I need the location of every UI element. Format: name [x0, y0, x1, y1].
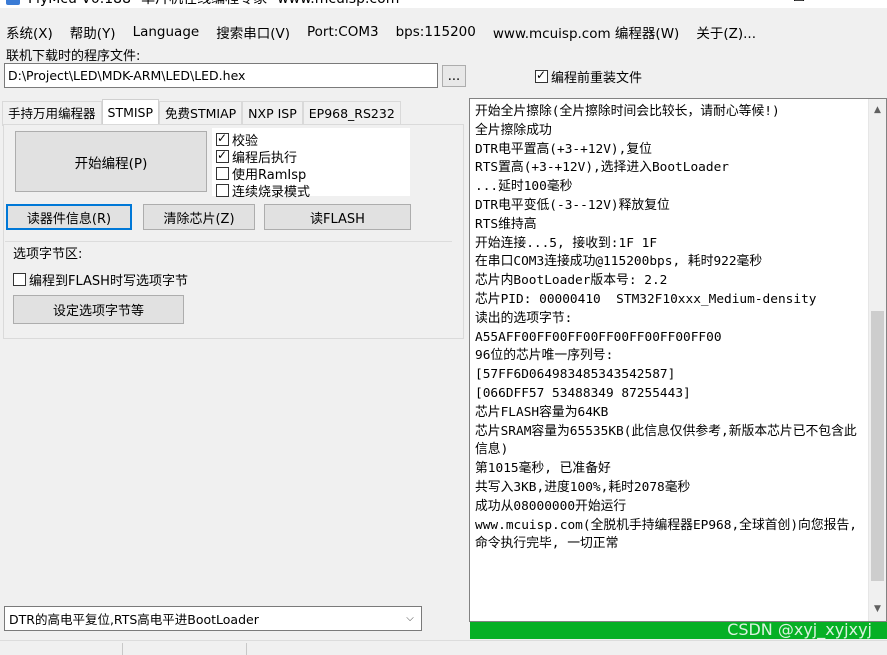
close-button[interactable]: ✕ — [836, 0, 882, 8]
checkbox-icon — [216, 167, 229, 180]
menu-programmer[interactable]: www.mcuisp.com 编程器(W) — [493, 22, 679, 42]
log-line: [066DFF57 53488349 87255443] — [475, 385, 691, 401]
status-separator — [122, 643, 123, 655]
log-line: 芯片SRAM容量为65535KB(此信息仅供参考,新版本芯片已不包含此信息) — [475, 423, 857, 458]
log-line: 第1015毫秒, 已准备好 — [475, 461, 611, 477]
log-line: RTS维持高 — [475, 216, 537, 232]
scroll-up-icon[interactable]: ▲ — [869, 102, 886, 119]
checkbox-icon — [535, 68, 548, 83]
log-line: 共写入3KB,进度100%,耗时2078毫秒 — [475, 479, 691, 495]
start-program-button[interactable]: 开始编程(P) — [15, 131, 207, 192]
log-line: 成功从08000000开始运行 — [475, 498, 627, 514]
log-line: [57FF6D064983485343542587] — [475, 367, 676, 383]
menu-search-port[interactable]: 搜索串口(V) — [216, 22, 290, 42]
checkbox-icon — [216, 148, 229, 163]
continuous-mode-label: 连续烧录模式 — [232, 185, 311, 200]
menu-port[interactable]: Port:COM3 — [307, 24, 379, 40]
log-scrollbar[interactable]: ▲ ▼ — [868, 99, 886, 621]
tab-ep968-rs232[interactable]: EP968_RS232 — [302, 101, 401, 126]
tab-bar: 手持万用编程器 STMISP 免费STMIAP NXP ISP EP968_RS… — [2, 99, 401, 126]
log-line: DTR电平置高(+3-+12V),复位 — [475, 141, 652, 157]
log-line: 芯片内BootLoader版本号: 2.2 — [475, 273, 668, 289]
chevron-down-icon[interactable]: ⌵ — [400, 608, 420, 629]
program-file-input[interactable]: D:\Project\LED\MDK-ARM\LED\LED.hex — [4, 63, 438, 88]
maximize-button[interactable]: ☐ — [776, 0, 822, 8]
reload-before-program-label: 编程前重装文件 — [551, 71, 643, 86]
menu-about[interactable]: 关于(Z)... — [696, 22, 756, 42]
checkbox-icon — [13, 273, 26, 286]
menu-bps[interactable]: bps:115200 — [396, 24, 476, 40]
log-output[interactable]: 开始全片擦除(全片擦除时间会比较长，请耐心等候!) 全片擦除成功 DTR电平置高(+… — [469, 98, 887, 622]
log-line: 全片擦除成功 — [475, 122, 552, 138]
status-separator — [246, 643, 247, 655]
read-device-info-button[interactable]: 读器件信息(R) — [6, 204, 132, 230]
log-line: www.mcuisp.com(全脱机手持编程器EP968,全球首创)向您报告, … — [475, 517, 865, 552]
menu-help[interactable]: 帮助(Y) — [70, 22, 116, 42]
read-flash-button[interactable]: 读FLASH — [264, 204, 411, 230]
log-text: 开始全片擦除(全片擦除时间会比较长，请耐心等候!) 全片擦除成功 DTR电平置高(+… — [475, 103, 860, 554]
tab-handheld-programmer[interactable]: 手持万用编程器 — [2, 101, 102, 126]
log-line: 96位的芯片唯一序列号: — [475, 348, 614, 364]
log-line: RTS置高(+3-+12V),选择进入BootLoader — [475, 160, 729, 176]
checkbox-icon — [216, 184, 229, 197]
reset-mode-value: DTR的高电平复位,RTS高电平进BootLoader — [9, 612, 259, 627]
write-option-bytes-label: 编程到FLASH时写选项字节 — [29, 274, 188, 289]
log-line: 芯片PID: 00000410 STM32F10xxx_Medium-densi… — [475, 291, 817, 307]
app-icon — [6, 0, 20, 5]
minimize-button[interactable]: — — [711, 0, 757, 8]
scroll-down-icon[interactable]: ▼ — [869, 601, 886, 618]
browse-button[interactable]: ... — [442, 65, 466, 87]
log-line: 读出的选项字节: — [475, 310, 573, 326]
log-line: 开始全片擦除(全片擦除时间会比较长，请耐心等候!) — [475, 104, 780, 119]
reload-before-program-checkbox[interactable]: 编程前重装文件 — [535, 67, 642, 86]
window-title: FlyMcu V0.188--单片机在线编程专家--www.mcuisp.com — [28, 0, 399, 8]
erase-chip-button[interactable]: 清除芯片(Z) — [143, 204, 255, 230]
status-bar — [0, 640, 887, 655]
set-option-bytes-button[interactable]: 设定选项字节等 — [13, 295, 184, 324]
tab-stmisp[interactable]: STMISP — [101, 99, 160, 126]
title-bar: FlyMcu V0.188--单片机在线编程专家--www.mcuisp.com… — [0, 0, 887, 8]
tab-free-stmiap[interactable]: 免费STMIAP — [159, 101, 243, 126]
log-line: 开始连接...5, 接收到:1F 1F — [475, 235, 658, 251]
scroll-thumb[interactable] — [871, 311, 884, 581]
tab-nxp-isp[interactable]: NXP ISP — [242, 101, 303, 126]
log-line: 芯片FLASH容量为64KB — [475, 404, 609, 420]
write-option-bytes-checkbox[interactable]: 编程到FLASH时写选项字节 — [13, 270, 188, 289]
log-line: ...延时100毫秒 — [475, 179, 573, 195]
option-bytes-group-label: 选项字节区: — [13, 247, 83, 262]
log-line: DTR电平变低(-3--12V)释放复位 — [475, 197, 670, 213]
continuous-mode-checkbox[interactable]: 连续烧录模式 — [216, 181, 310, 200]
menu-bar: 系统(X) 帮助(Y) Language 搜索串口(V) Port:COM3 b… — [0, 20, 887, 44]
log-line: A55AFF00FF00FF00FF00FF00FF00FF00 — [475, 329, 722, 345]
watermark: CSDN @xyj_xyjxyj — [727, 620, 872, 639]
program-file-label: 联机下载时的程序文件: — [6, 49, 141, 64]
checkbox-icon — [216, 131, 229, 146]
menu-language[interactable]: Language — [133, 24, 200, 40]
reset-mode-select[interactable]: DTR的高电平复位,RTS高电平进BootLoader ⌵ — [4, 606, 422, 631]
menu-system[interactable]: 系统(X) — [6, 22, 53, 42]
log-line: 在串口COM3连接成功@115200bps, 耗时922毫秒 — [475, 254, 763, 270]
